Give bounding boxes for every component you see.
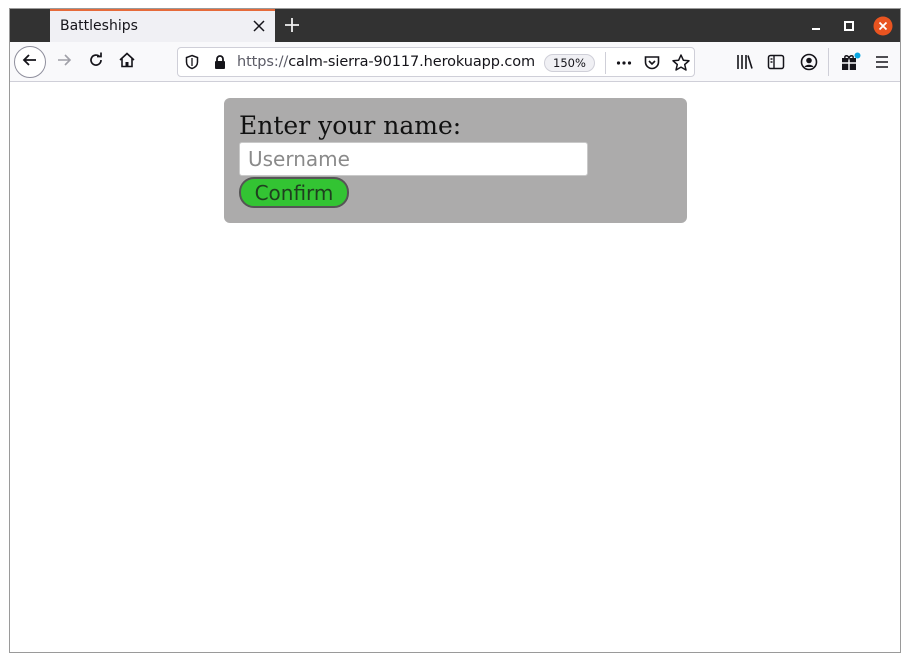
home-icon bbox=[118, 51, 136, 73]
maximize-icon[interactable] bbox=[840, 17, 858, 35]
close-tab-icon[interactable] bbox=[251, 18, 267, 34]
zoom-level-badge[interactable]: 150% bbox=[544, 54, 595, 72]
home-button[interactable] bbox=[112, 47, 142, 77]
extensions-icon[interactable] bbox=[840, 52, 862, 72]
url-divider bbox=[605, 52, 606, 74]
tab-title: Battleships bbox=[60, 18, 138, 34]
login-card: Enter your name: Confirm bbox=[224, 98, 687, 223]
bookmark-star-icon[interactable] bbox=[671, 53, 691, 73]
new-tab-icon[interactable] bbox=[282, 15, 302, 35]
url-host: calm-sierra-90117.herokuapp.com bbox=[288, 54, 535, 70]
confirm-button[interactable]: Confirm bbox=[239, 177, 349, 208]
close-window-icon[interactable] bbox=[873, 16, 893, 36]
library-icon[interactable] bbox=[735, 52, 755, 72]
navigation-toolbar: https://calm-sierra-90117.herokuapp.com/… bbox=[10, 42, 900, 82]
forward-arrow-icon bbox=[55, 51, 73, 73]
minimize-icon[interactable] bbox=[807, 17, 825, 35]
sidebar-icon[interactable] bbox=[766, 52, 786, 72]
toolbar-divider bbox=[828, 48, 829, 76]
url-scheme: https:// bbox=[237, 54, 289, 70]
name-prompt: Enter your name: bbox=[239, 111, 462, 140]
reload-icon bbox=[87, 51, 105, 73]
account-icon[interactable] bbox=[799, 52, 819, 72]
browser-window: Battleships https://calm-sierra-90117.he… bbox=[9, 8, 901, 653]
shield-icon[interactable] bbox=[184, 54, 200, 70]
pocket-icon[interactable] bbox=[643, 54, 661, 72]
lock-icon[interactable] bbox=[212, 54, 228, 70]
more-icon[interactable] bbox=[615, 54, 633, 72]
page-content: Enter your name: Confirm bbox=[10, 83, 900, 652]
reload-button[interactable] bbox=[81, 47, 111, 77]
back-button[interactable] bbox=[14, 46, 46, 78]
url-text[interactable]: https://calm-sierra-90117.herokuapp.com/ bbox=[237, 54, 535, 70]
back-arrow-icon bbox=[21, 51, 39, 73]
tab-bar: Battleships bbox=[10, 9, 900, 42]
username-input[interactable] bbox=[239, 142, 588, 176]
tab-battleships[interactable]: Battleships bbox=[50, 9, 275, 42]
forward-button[interactable] bbox=[49, 47, 79, 77]
address-bar[interactable]: https://calm-sierra-90117.herokuapp.com/… bbox=[177, 47, 695, 77]
hamburger-menu-icon[interactable] bbox=[872, 52, 892, 72]
